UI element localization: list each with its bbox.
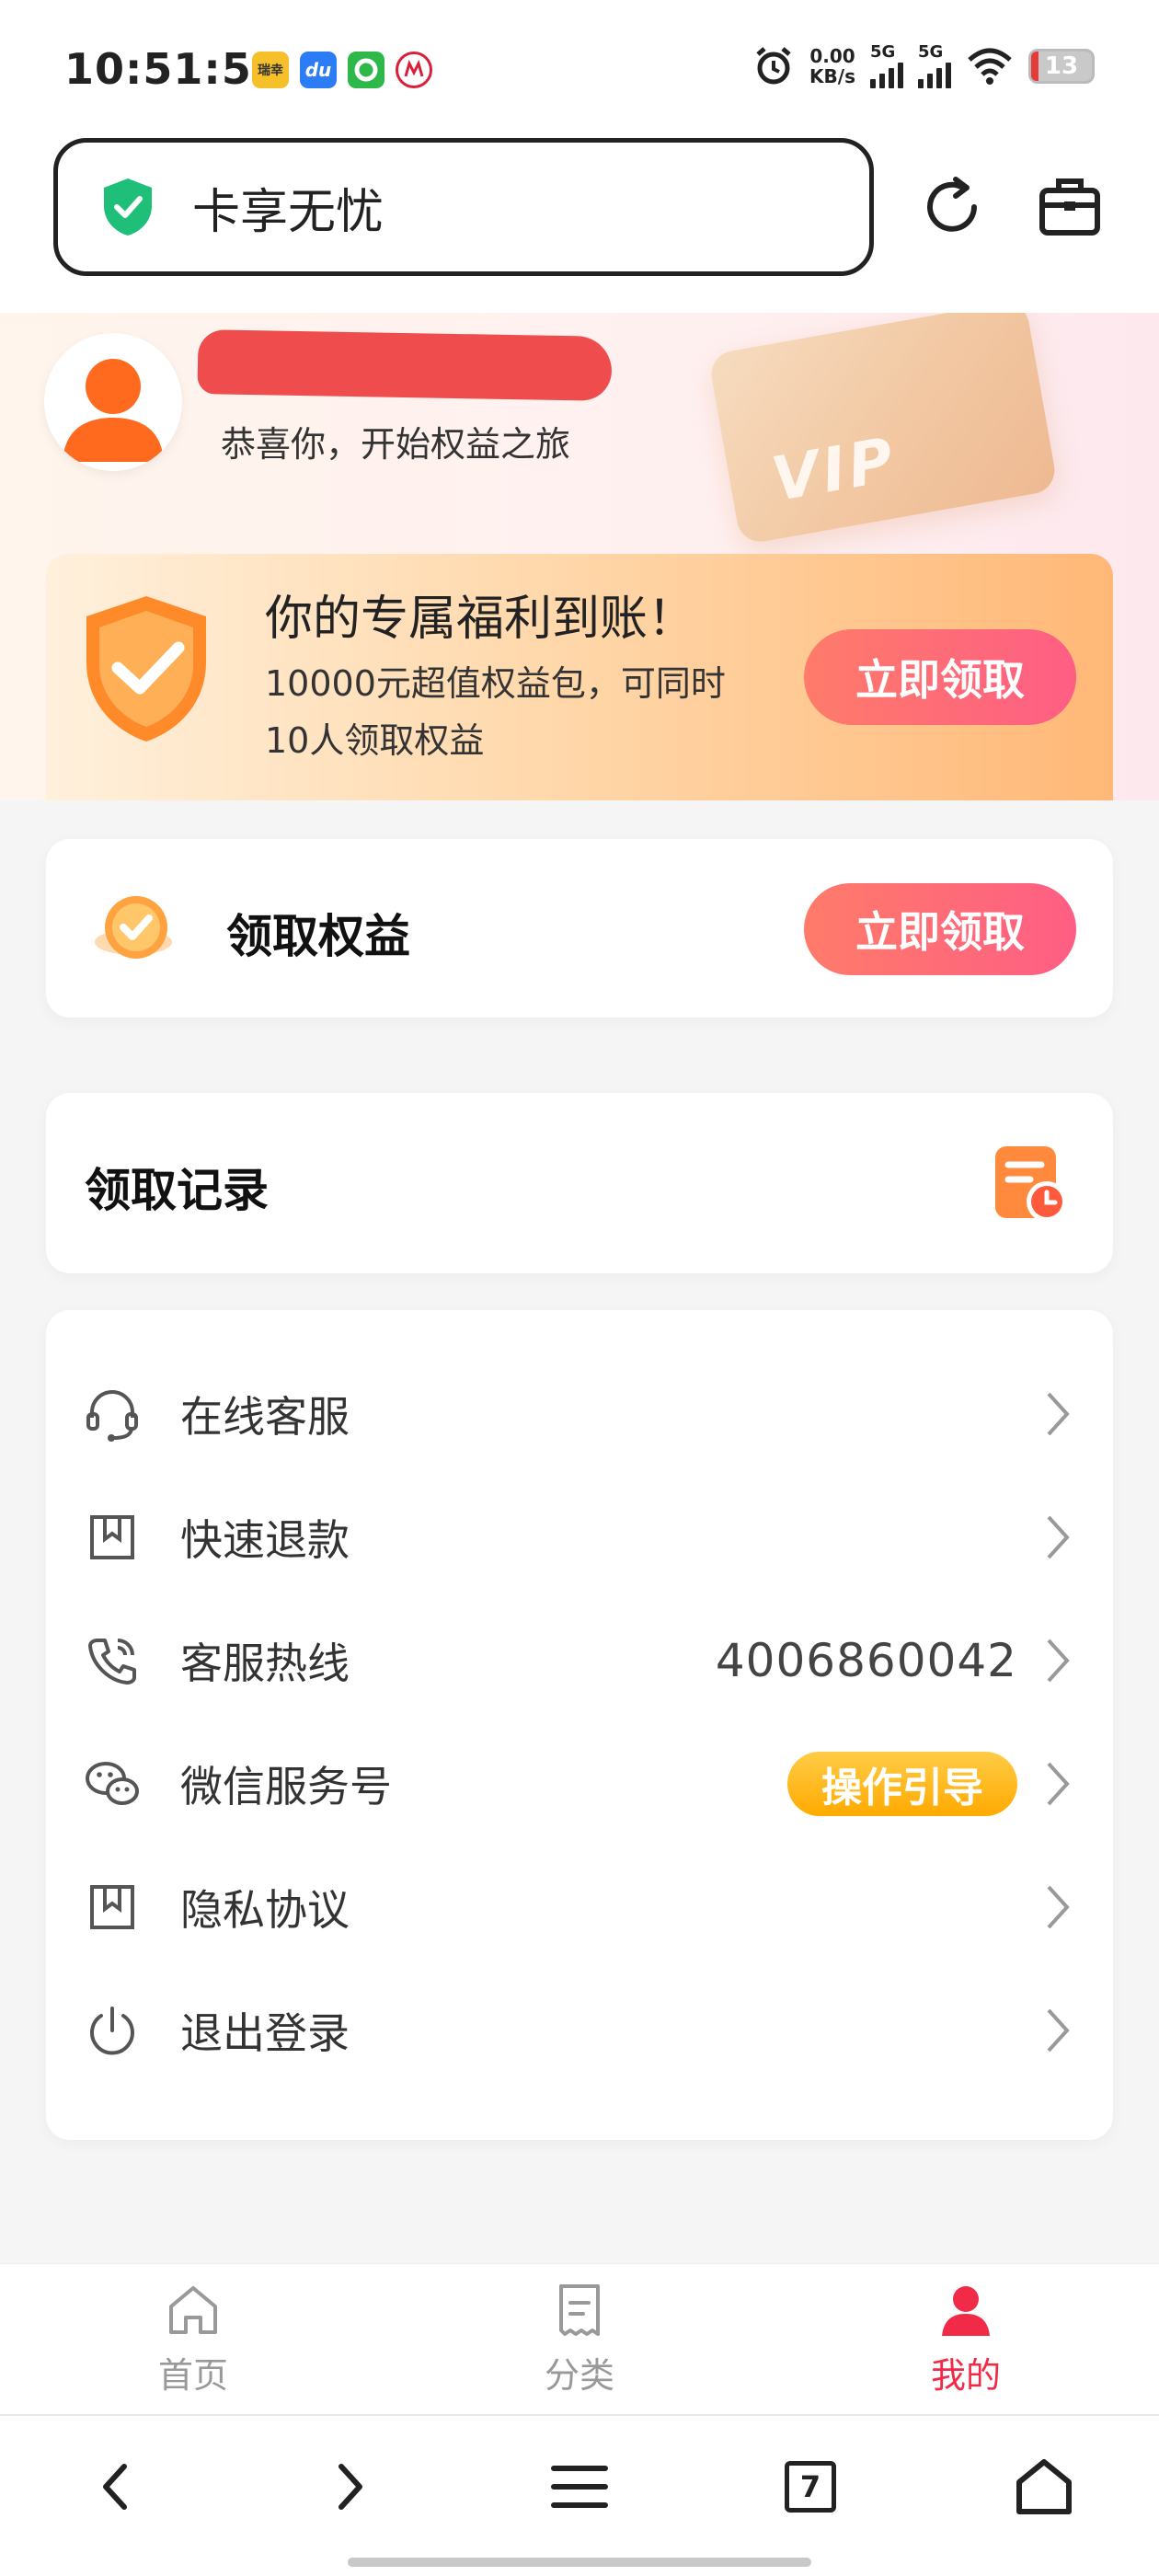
banner-description: 10000元超值权益包，可同时10人领取权益 bbox=[265, 663, 726, 761]
home-indicator[interactable] bbox=[348, 2558, 811, 2567]
profile-icon bbox=[942, 2286, 990, 2336]
back-button[interactable] bbox=[74, 2445, 156, 2528]
tab-category[interactable]: 分类 bbox=[488, 2281, 671, 2398]
tab-label: 首页 bbox=[157, 2355, 228, 2396]
vip-label: VIP bbox=[766, 423, 902, 516]
battery-indicator: 13 bbox=[1028, 49, 1095, 84]
operation-guide-badge[interactable]: 操作引导 bbox=[787, 1752, 1017, 1816]
browser-home-icon bbox=[1016, 2459, 1072, 2514]
tab-label: 我的 bbox=[930, 2355, 1001, 2396]
chevron-right-icon bbox=[1047, 1392, 1070, 1436]
wechat-icon bbox=[83, 1754, 142, 1813]
luckin-app-icon: 瑞幸 bbox=[252, 52, 289, 88]
forward-arrow-icon bbox=[339, 2464, 362, 2510]
menu-item-label: 在线客服 bbox=[180, 1392, 350, 1442]
benefit-banner: 你的专属福利到账！ 10000元超值权益包，可同时10人领取权益 立即领取 bbox=[46, 554, 1113, 800]
reload-icon bbox=[927, 177, 977, 232]
settings-menu: 在线客服 快速退款 客服热线 4006860042 微信服务号 操作引导 隐私协… bbox=[46, 1310, 1113, 2140]
back-arrow-icon bbox=[103, 2464, 127, 2510]
alarm-icon bbox=[756, 47, 791, 85]
tab-count: 7 bbox=[785, 2461, 836, 2513]
status-app-icons: 瑞幸 du bbox=[252, 52, 432, 88]
menu-item-wechat-account[interactable]: 微信服务号 操作引导 bbox=[46, 1722, 1113, 1846]
bank-app-icon bbox=[396, 52, 432, 88]
profile-hero: 恭喜你，开始权益之旅 VIP 你的专属福利到账！ 10000元超值权益包，可同时… bbox=[0, 313, 1159, 800]
menu-button[interactable] bbox=[538, 2445, 621, 2528]
tabs-button[interactable]: 7 bbox=[769, 2445, 852, 2528]
menu-item-online-service[interactable]: 在线客服 bbox=[46, 1352, 1113, 1476]
status-time: 10:51:56 bbox=[64, 44, 282, 94]
bottom-tab-bar: 首页 分类 我的 bbox=[0, 2263, 1159, 2414]
toolbox-icon bbox=[1039, 178, 1100, 236]
avatar[interactable] bbox=[44, 333, 182, 471]
chevron-right-icon bbox=[1047, 1762, 1070, 1806]
chevron-right-icon bbox=[1047, 2008, 1070, 2053]
sim1-signal: 5G bbox=[870, 44, 903, 88]
user-avatar-icon bbox=[63, 359, 164, 462]
menu-item-label: 微信服务号 bbox=[180, 1762, 392, 1811]
wifi-icon bbox=[968, 48, 1012, 85]
banner-title: 你的专属福利到账！ bbox=[265, 592, 696, 647]
username-redacted bbox=[197, 329, 613, 401]
phone-icon bbox=[83, 1631, 142, 1690]
bookmark-icon bbox=[83, 1878, 142, 1937]
menu-item-label: 快速退款 bbox=[180, 1515, 350, 1565]
claim-benefits-card: 领取权益 立即领取 bbox=[46, 839, 1113, 1018]
tab-home[interactable]: 首页 bbox=[101, 2281, 285, 2398]
tab-mine[interactable]: 我的 bbox=[874, 2281, 1058, 2398]
hero-subtitle: 恭喜你，开始权益之旅 bbox=[221, 424, 571, 465]
menu-item-hotline[interactable]: 客服热线 4006860042 bbox=[46, 1599, 1113, 1722]
menu-item-label: 退出登录 bbox=[180, 2008, 350, 2058]
status-bar: 10:51:56 瑞幸 du 0.00 KB/s 5G 5G 13 bbox=[0, 0, 1159, 129]
record-clock-icon bbox=[995, 1146, 1067, 1222]
network-speed: 0.00 KB/s bbox=[809, 45, 855, 87]
menu-item-label: 客服热线 bbox=[180, 1639, 350, 1688]
home-icon bbox=[169, 2286, 217, 2334]
green-app-icon bbox=[348, 52, 384, 88]
browser-toolbar: 7 bbox=[0, 2414, 1159, 2576]
bookmark-icon bbox=[83, 1508, 142, 1567]
vip-card-graphic: VIP bbox=[707, 313, 1059, 546]
sim2-signal: 5G bbox=[918, 44, 951, 88]
reload-button[interactable] bbox=[911, 166, 993, 248]
browser-address-row: 卡享无忧 bbox=[0, 129, 1159, 313]
status-indicators: 0.00 KB/s 5G 5G 13 bbox=[752, 44, 1095, 88]
banner-claim-button[interactable]: 立即领取 bbox=[804, 629, 1076, 725]
chevron-right-icon bbox=[1047, 1885, 1070, 1929]
chevron-right-icon bbox=[1047, 1515, 1070, 1559]
records-card-title: 领取记录 bbox=[85, 1164, 269, 1217]
du-app-icon: du bbox=[300, 52, 337, 88]
menu-item-label: 隐私协议 bbox=[180, 1885, 350, 1935]
page-title: 卡享无忧 bbox=[192, 184, 384, 240]
menu-item-quick-refund[interactable]: 快速退款 bbox=[46, 1476, 1113, 1599]
hamburger-icon bbox=[551, 2466, 608, 2508]
chevron-right-icon bbox=[1047, 1639, 1070, 1683]
tab-label: 分类 bbox=[544, 2355, 614, 2396]
menu-item-logout[interactable]: 退出登录 bbox=[46, 1969, 1113, 2092]
power-icon bbox=[83, 2001, 142, 2060]
home-button[interactable] bbox=[1003, 2445, 1085, 2528]
coin-check-icon bbox=[95, 896, 172, 959]
toolbox-button[interactable] bbox=[1028, 166, 1111, 248]
claim-card-title: 领取权益 bbox=[226, 910, 410, 963]
category-icon bbox=[559, 2284, 600, 2336]
menu-item-privacy[interactable]: 隐私协议 bbox=[46, 1846, 1113, 1969]
headset-icon bbox=[83, 1385, 142, 1443]
hotline-number[interactable]: 4006860042 bbox=[716, 1634, 1017, 1687]
address-bar[interactable]: 卡享无忧 bbox=[53, 138, 874, 276]
claim-records-card[interactable]: 领取记录 bbox=[46, 1093, 1113, 1273]
forward-button[interactable] bbox=[309, 2445, 392, 2528]
shield-check-icon bbox=[86, 596, 206, 742]
claim-button[interactable]: 立即领取 bbox=[804, 883, 1076, 975]
secure-shield-icon bbox=[104, 178, 152, 236]
